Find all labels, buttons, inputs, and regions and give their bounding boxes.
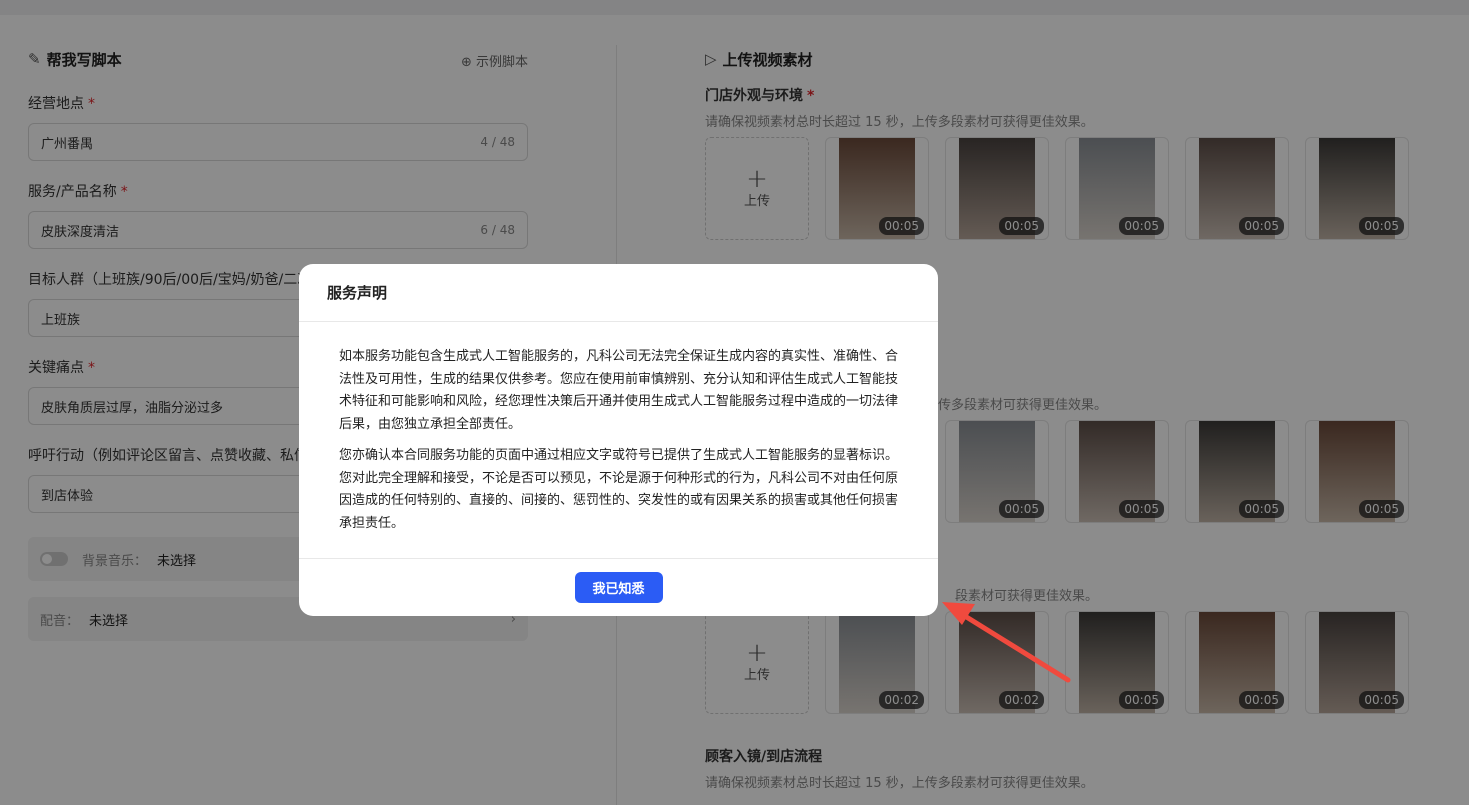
- annotation-arrow-icon: [942, 602, 1071, 683]
